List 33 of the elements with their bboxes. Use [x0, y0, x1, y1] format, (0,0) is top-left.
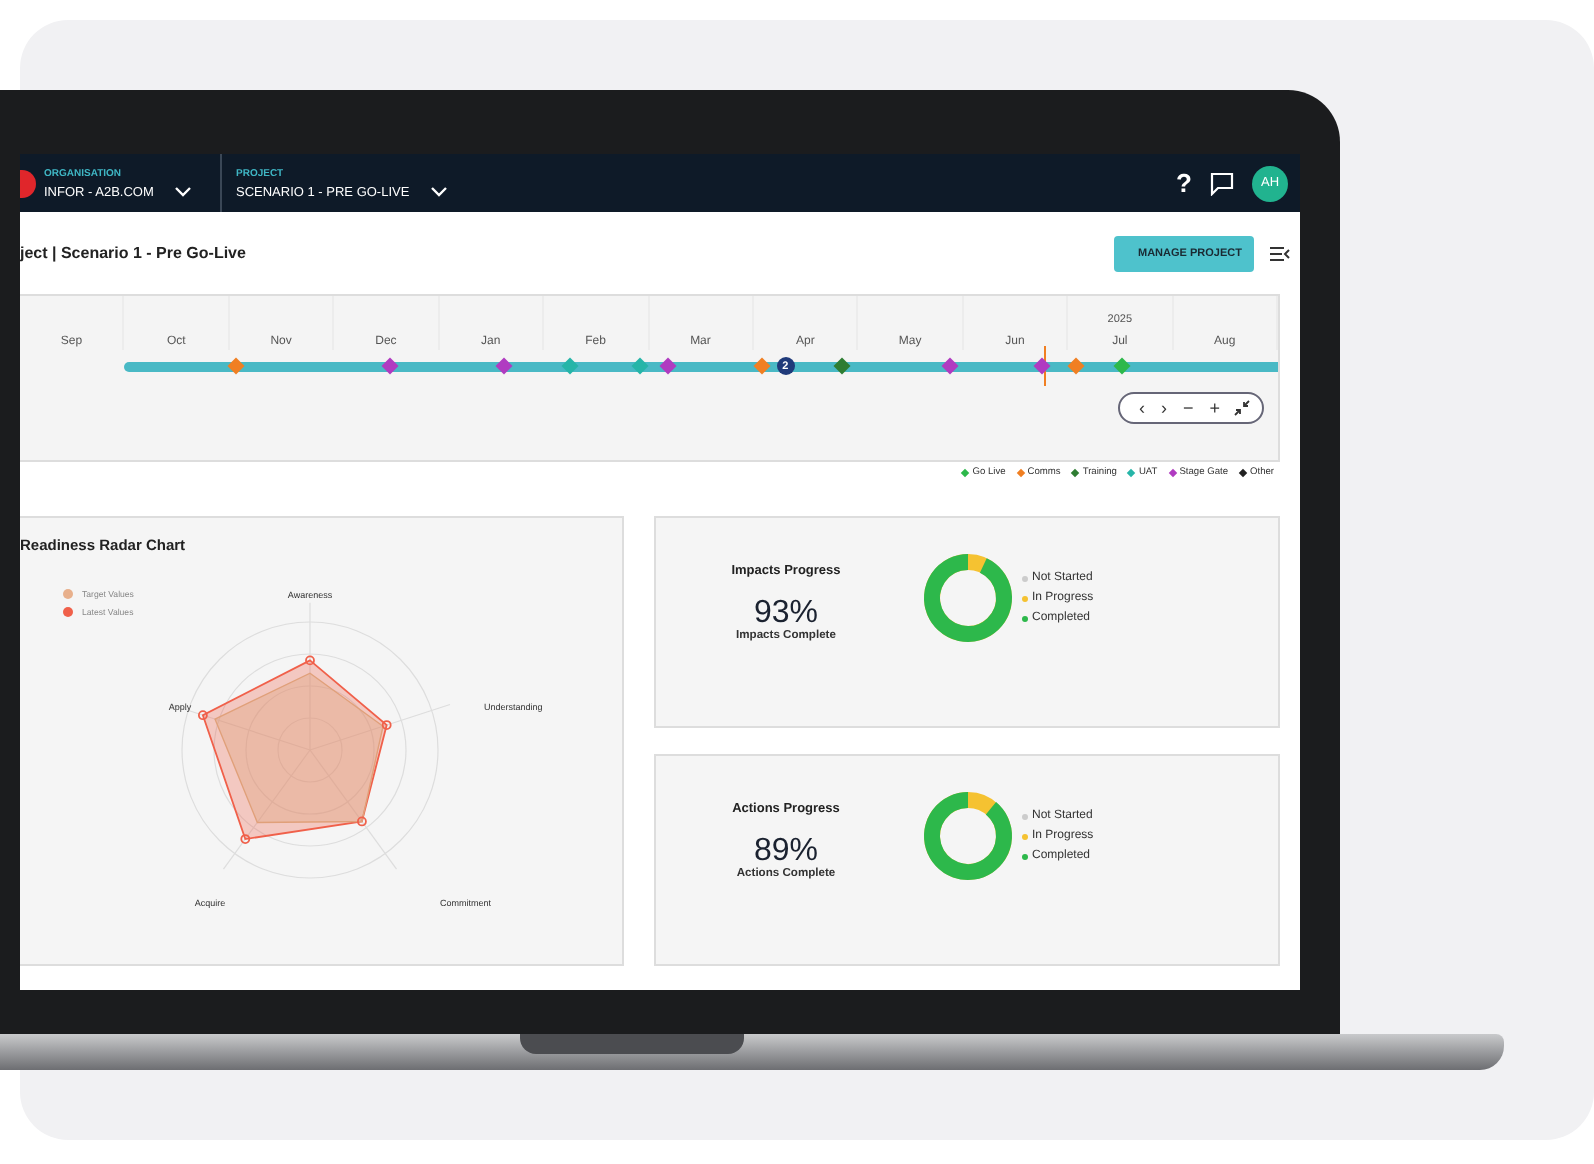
logo-icon [20, 169, 36, 197]
timeline-control[interactable]: + [1203, 399, 1226, 417]
milestone-marker[interactable] [227, 357, 245, 375]
data-point [381, 720, 392, 730]
timeline-control[interactable]: − [1176, 399, 1200, 417]
milestone-marker[interactable] [752, 357, 770, 375]
help-button[interactable]: ? [1176, 168, 1192, 198]
data-point [240, 834, 251, 844]
timeline-control[interactable]: ‹ [1132, 399, 1151, 417]
data-point [357, 816, 367, 827]
percent-value: 93% [753, 597, 819, 629]
timeline-control[interactable]: › [1154, 399, 1173, 417]
donut-gauge [922, 552, 1014, 644]
milestone-marker[interactable] [632, 357, 650, 375]
milestone-marker[interactable] [941, 357, 959, 375]
donut-gauge [922, 790, 1014, 882]
milestone-marker[interactable] [560, 357, 578, 375]
data-point [197, 710, 208, 721]
milestone-marker[interactable] [380, 357, 398, 375]
page-title: ject | Scenario 1 - Pre Go-Live [20, 244, 246, 262]
percent-value: 89% [753, 835, 819, 867]
milestone-marker[interactable] [1067, 357, 1085, 375]
milestone-marker[interactable] [1034, 357, 1052, 375]
menu-icon [1270, 245, 1290, 261]
milestone-marker[interactable] [834, 357, 852, 375]
milestone-marker[interactable] [496, 357, 514, 375]
data-point [305, 655, 315, 666]
collapse-icon[interactable] [1234, 400, 1250, 416]
chevron-down-icon [429, 186, 448, 198]
chat-icon [1210, 171, 1234, 195]
milestone-marker[interactable] [660, 357, 678, 375]
milestone-marker[interactable] [1113, 357, 1131, 375]
chevron-down-icon [173, 186, 192, 198]
